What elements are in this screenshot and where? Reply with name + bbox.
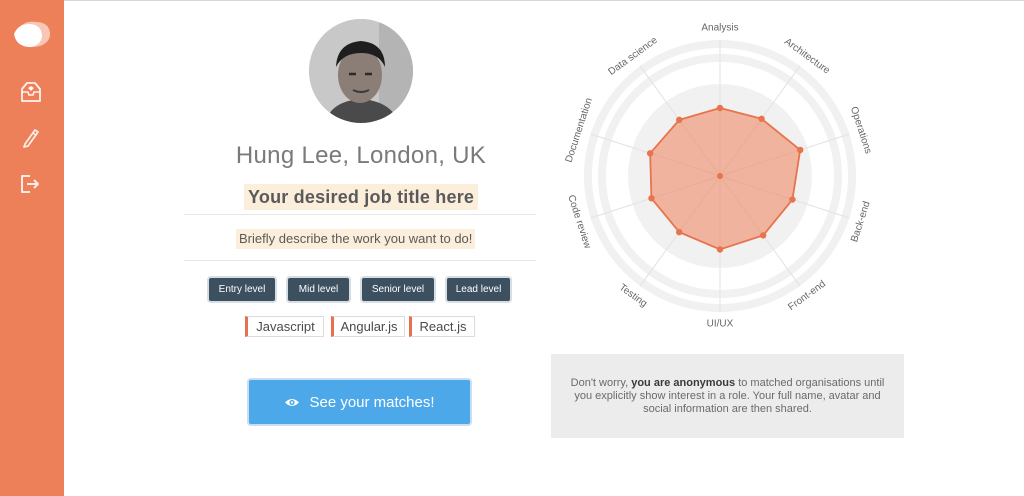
level-entry-button[interactable]: Entry level (209, 278, 275, 301)
radar-point (759, 232, 767, 239)
skill-tag[interactable]: Angular.js (331, 316, 405, 337)
radar-point (758, 115, 765, 122)
eye-icon (285, 398, 300, 406)
radar-point (646, 150, 654, 157)
skill-tag[interactable]: React.js (409, 316, 475, 337)
avatar[interactable] (309, 19, 413, 123)
divider (184, 214, 536, 215)
radar-point (716, 104, 724, 112)
level-lead-button[interactable]: Lead level (447, 278, 510, 301)
radar-point (789, 196, 796, 203)
description-input[interactable]: Briefly describe the work you want to do… (236, 229, 476, 249)
inbox-icon[interactable] (17, 78, 45, 106)
radar-point (716, 246, 724, 253)
notice-strong: you are anonymous (631, 376, 736, 389)
radar-axis-label: Analysis (701, 23, 738, 34)
radar-center-point (717, 173, 723, 179)
level-mid-button[interactable]: Mid level (288, 278, 349, 301)
main-content: Hung Lee, London, UK Your desired job ti… (64, 0, 1024, 496)
radar-axis-label: UI/UX (707, 319, 734, 330)
level-senior-button[interactable]: Senior level (362, 278, 434, 301)
radar-point (796, 146, 804, 154)
logout-icon[interactable] (17, 170, 45, 198)
radar-axis-label: Back-end (849, 200, 873, 244)
job-title-input[interactable]: Your desired job title here (244, 184, 479, 210)
radar-point (676, 228, 683, 236)
notice-pre: Don't worry, (570, 376, 632, 389)
see-matches-button[interactable]: See your matches! (249, 380, 470, 424)
profile-name: Hung Lee, London, UK (235, 142, 487, 169)
notice-text: Don't worry, you are anonymous to matche… (569, 377, 886, 416)
divider (184, 260, 536, 261)
sidebar (0, 0, 64, 496)
pencil-icon[interactable] (17, 124, 45, 152)
anonymity-notice: Don't worry, you are anonymous to matche… (551, 354, 904, 438)
skills-radar-chart[interactable]: AnalysisArchitectureOperationsBack-endFr… (550, 4, 910, 344)
radar-point (648, 195, 655, 202)
radar-point (676, 116, 683, 124)
skill-tag[interactable]: Javascript (245, 316, 324, 337)
logo-icon[interactable] (12, 18, 52, 50)
see-matches-label: See your matches! (309, 393, 435, 411)
